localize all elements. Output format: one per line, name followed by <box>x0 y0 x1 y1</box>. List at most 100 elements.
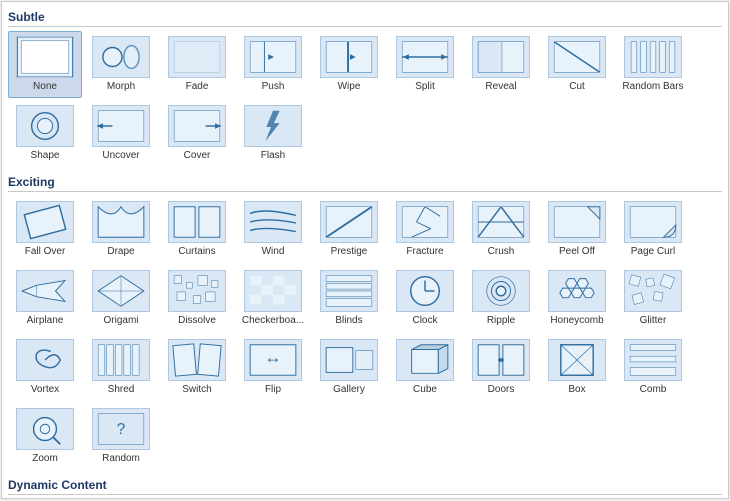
transition-name-glitter: Glitter <box>640 315 667 327</box>
transition-item-ripple[interactable]: Ripple <box>464 265 538 332</box>
transition-item-flash[interactable]: Flash <box>236 100 310 167</box>
transition-item-cut[interactable]: Cut <box>540 31 614 98</box>
transition-item-clock[interactable]: Clock <box>388 265 462 332</box>
transition-icon-split <box>396 36 454 78</box>
transition-icon-ripple <box>472 270 530 312</box>
transition-icon-doors <box>472 339 530 381</box>
transition-item-drape[interactable]: Drape <box>84 196 158 263</box>
transition-name-shape: Shape <box>31 150 60 162</box>
transition-icon-fade <box>168 36 226 78</box>
transition-name-curtains: Curtains <box>178 246 215 258</box>
transition-name-uncover: Uncover <box>102 150 139 162</box>
transition-icon-wipe <box>320 36 378 78</box>
transition-icon-crush <box>472 201 530 243</box>
transition-item-doors[interactable]: Doors <box>464 334 538 401</box>
transition-item-random-bars[interactable]: Random Bars <box>616 31 690 98</box>
section-label-exciting: Exciting <box>8 175 722 192</box>
transition-grid-exciting: Fall Over Drape Curtains Wind Prestige Fractu… <box>8 196 722 470</box>
transition-icon-dissolve <box>168 270 226 312</box>
transition-name-origami: Origami <box>103 315 138 327</box>
transition-name-airplane: Airplane <box>27 315 64 327</box>
transition-icon-flash <box>244 105 302 147</box>
transition-icon-cover <box>168 105 226 147</box>
transition-name-wind: Wind <box>262 246 285 258</box>
transition-name-comb: Comb <box>640 384 667 396</box>
transition-item-wipe[interactable]: Wipe <box>312 31 386 98</box>
transition-item-push[interactable]: Push <box>236 31 310 98</box>
transitions-panel: Subtle None Morph Fade Push Wipe Split Reveal Cu… <box>1 1 729 499</box>
transition-name-flip: Flip <box>265 384 281 396</box>
transition-icon-morph <box>92 36 150 78</box>
transition-icon-switch <box>168 339 226 381</box>
transition-item-box[interactable]: Box <box>540 334 614 401</box>
svg-text:↔: ↔ <box>264 347 281 367</box>
transition-item-fade[interactable]: Fade <box>160 31 234 98</box>
section-label-dynamic: Dynamic Content <box>8 478 722 495</box>
transition-item-fracture[interactable]: Fracture <box>388 196 462 263</box>
transition-item-origami[interactable]: Origami <box>84 265 158 332</box>
transition-name-none: None <box>33 81 57 93</box>
transition-name-clock: Clock <box>412 315 437 327</box>
transition-item-peel-off[interactable]: Peel Off <box>540 196 614 263</box>
transition-item-shred[interactable]: Shred <box>84 334 158 401</box>
transition-item-shape[interactable]: Shape <box>8 100 82 167</box>
transition-item-zoom[interactable]: Zoom <box>8 403 82 470</box>
transition-name-push: Push <box>262 81 285 93</box>
transition-item-crush[interactable]: Crush <box>464 196 538 263</box>
transition-name-box: Box <box>568 384 585 396</box>
transition-item-airplane[interactable]: Airplane <box>8 265 82 332</box>
section-label-subtle: Subtle <box>8 10 722 27</box>
transition-item-wind[interactable]: Wind <box>236 196 310 263</box>
transition-name-vortex: Vortex <box>31 384 59 396</box>
transition-icon-vortex <box>16 339 74 381</box>
transition-item-flip[interactable]: ↔ Flip <box>236 334 310 401</box>
transition-name-zoom: Zoom <box>32 453 58 465</box>
transition-item-glitter[interactable]: Glitter <box>616 265 690 332</box>
transition-item-honeycomb[interactable]: Honeycomb <box>540 265 614 332</box>
transition-icon-push <box>244 36 302 78</box>
transition-icon-peel-off <box>548 201 606 243</box>
transition-name-fall-over: Fall Over <box>25 246 66 258</box>
transition-item-page-curl[interactable]: Page Curl <box>616 196 690 263</box>
transition-name-morph: Morph <box>107 81 135 93</box>
transition-icon-prestige <box>320 201 378 243</box>
transition-item-prestige[interactable]: Prestige <box>312 196 386 263</box>
transition-icon-checkerboard <box>244 270 302 312</box>
transition-name-prestige: Prestige <box>331 246 368 258</box>
transition-name-drape: Drape <box>107 246 134 258</box>
transition-icon-gallery <box>320 339 378 381</box>
transition-name-wipe: Wipe <box>338 81 361 93</box>
transition-item-random[interactable]: ?Random <box>84 403 158 470</box>
transition-icon-reveal <box>472 36 530 78</box>
transition-item-uncover[interactable]: Uncover <box>84 100 158 167</box>
transition-name-reveal: Reveal <box>485 81 516 93</box>
transition-item-morph[interactable]: Morph <box>84 31 158 98</box>
transition-item-cube[interactable]: Cube <box>388 334 462 401</box>
transition-name-blinds: Blinds <box>335 315 362 327</box>
section-dynamic: Dynamic ContentPanFerris WheelConveyorRo… <box>8 478 722 499</box>
transition-name-switch: Switch <box>182 384 211 396</box>
transition-icon-none <box>16 36 74 78</box>
transition-icon-clock <box>396 270 454 312</box>
transition-item-dissolve[interactable]: Dissolve <box>160 265 234 332</box>
transition-item-fall-over[interactable]: Fall Over <box>8 196 82 263</box>
transition-grid-subtle: None Morph Fade Push Wipe Split Reveal CutRando… <box>8 31 722 167</box>
transition-item-gallery[interactable]: Gallery <box>312 334 386 401</box>
transition-item-switch[interactable]: Switch <box>160 334 234 401</box>
transition-item-cover[interactable]: Cover <box>160 100 234 167</box>
transition-icon-random-bars <box>624 36 682 78</box>
transition-icon-comb <box>624 339 682 381</box>
transition-item-curtains[interactable]: Curtains <box>160 196 234 263</box>
section-subtle: Subtle None Morph Fade Push Wipe Split Reveal Cu… <box>8 10 722 167</box>
transition-item-comb[interactable]: Comb <box>616 334 690 401</box>
transition-icon-fracture <box>396 201 454 243</box>
transition-icon-glitter <box>624 270 682 312</box>
transition-item-reveal[interactable]: Reveal <box>464 31 538 98</box>
transition-item-blinds[interactable]: Blinds <box>312 265 386 332</box>
transition-icon-shape <box>16 105 74 147</box>
transition-item-none[interactable]: None <box>8 31 82 98</box>
transition-item-checkerboard[interactable]: Checkerboa... <box>236 265 310 332</box>
transition-icon-box <box>548 339 606 381</box>
transition-item-split[interactable]: Split <box>388 31 462 98</box>
transition-item-vortex[interactable]: Vortex <box>8 334 82 401</box>
